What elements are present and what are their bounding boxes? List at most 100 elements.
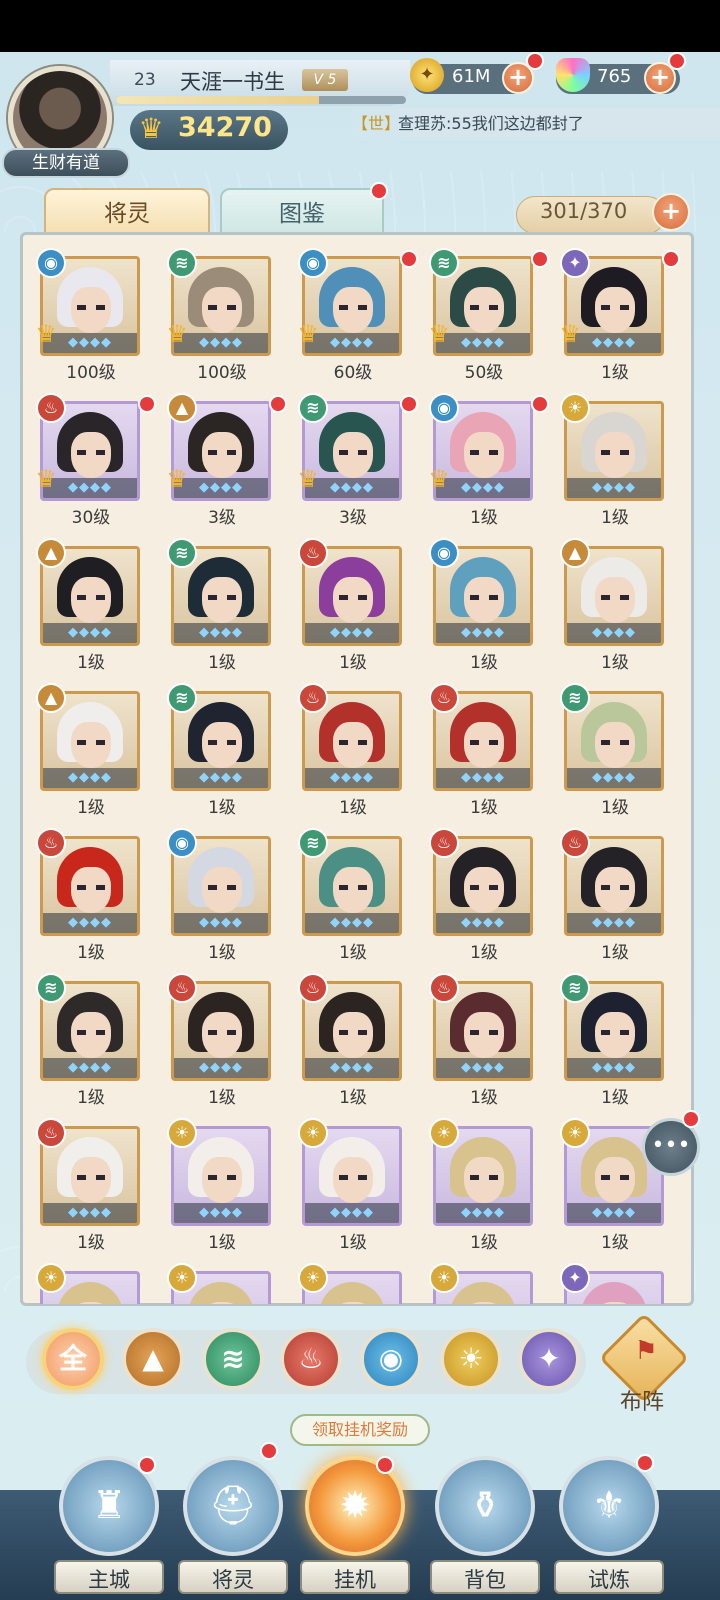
hero-card[interactable]: ◆◆◆◆ ≋ 1级 [550,679,680,819]
filter-wind-button[interactable]: ≋ [202,1328,264,1390]
hero-card[interactable]: ◆◆◆◆ ☀ 1级 [419,1114,549,1254]
hero-card[interactable]: ◆◆◆◆ ◉ ♛ 1级 [419,389,549,529]
hero-level: 1级 [601,943,629,963]
hero-card[interactable]: ◆◆◆◆☀ [288,1259,418,1304]
hero-card[interactable]: ◆◆◆◆ ♨ 1级 [288,534,418,674]
hero-grid[interactable]: ◆◆◆◆ ◉ ♛ 100级 ◆◆◆◆ ≋ ♛ 100级 ◆◆◆◆ ◉ ♛ 60级 ◆◆◆◆ ≋ ♛ 50级 ◆◆… [26,244,688,1304]
notification-dot [400,250,418,268]
hero-card[interactable]: ◆◆◆◆ ▲ 1级 [26,534,156,674]
filter-water-button[interactable]: ◉ [360,1328,422,1390]
hero-card[interactable]: ◆◆◆◆ ≋ 1级 [157,534,287,674]
light-element-icon: ☀ [298,1118,328,1148]
wind-element-icon: ≋ [167,248,197,278]
hero-card[interactable]: ◆◆◆◆ ♨ 1级 [419,824,549,964]
hero-card[interactable]: ◆◆◆◆ ✦ ♛ 1级 [550,244,680,384]
hero-card[interactable]: ◆◆◆◆ ♨ 1级 [288,679,418,819]
hero-level: 100级 [197,363,247,383]
hero-card[interactable]: ◆◆◆◆ ≋ 1级 [157,679,287,819]
hero-eyes [601,885,629,890]
water-element-icon: ◉ [429,538,459,568]
filter-earth-button[interactable]: ▲ [122,1328,184,1390]
nav-trial[interactable]: ⚜ 试炼 [554,1454,664,1600]
hero-eyes [339,595,367,600]
hero-card[interactable]: ◆◆◆◆ ◉ ♛ 60级 [288,244,418,384]
chat-message: 查理苏:55我们这边都封了 [398,114,584,133]
expand-capacity-button[interactable]: + [652,193,690,231]
hero-card[interactable]: ◆◆◆◆ ☀ 1级 [288,1114,418,1254]
nav-label: 主城 [88,1568,130,1592]
nav-main-city[interactable]: ♜ 主城 [54,1456,164,1600]
gem-icon: ◆ [556,58,590,92]
filter-fire-button[interactable]: ♨ [280,1328,342,1390]
nav-label: 将灵 [212,1568,254,1592]
hero-card[interactable]: ◆◆◆◆ ♨ 1级 [288,969,418,1109]
hero-card[interactable]: ◆◆◆◆ ◉ 1级 [419,534,549,674]
light-element-icon: ☀ [167,1263,197,1293]
notification-dot [138,1456,156,1474]
backpack-icon: ⚱ [469,1483,501,1527]
filter-all-button[interactable]: 全 [42,1328,104,1390]
light-element-icon: ☀ [167,1118,197,1148]
hero-card[interactable]: ◆◆◆◆✦ [550,1259,680,1304]
hero-card[interactable]: ◆◆◆◆ ♨ ♛ 30级 [26,389,156,529]
tab-codex[interactable]: 图鉴 [220,188,384,236]
hero-card[interactable]: ◆◆◆◆☀ [26,1259,156,1304]
hero-eyes [601,740,629,745]
hero-face [595,1157,635,1203]
filter-dark-button[interactable]: ✦ [518,1328,580,1390]
hero-level: 100级 [66,363,116,383]
fire-element-icon: ♨ [429,683,459,713]
crown-icon: ♛ [428,320,450,348]
hero-card[interactable]: ◆◆◆◆ ♨ 1级 [26,1114,156,1254]
hero-card[interactable]: ◆◆◆◆ ♨ 1级 [157,969,287,1109]
hero-card[interactable]: ◆◆◆◆ ◉ ♛ 100级 [26,244,156,384]
hero-star-row: ◆◆◆◆ [567,768,661,788]
hero-card[interactable]: ◆◆◆◆ ▲ 1级 [26,679,156,819]
crown-icon: ♛ [166,465,188,493]
hero-level: 1级 [77,798,105,818]
hero-hair [57,1282,123,1304]
hero-card[interactable]: ◆◆◆◆ ☀ 1级 [157,1114,287,1254]
hero-level: 1级 [601,653,629,673]
hero-card[interactable]: ◆◆◆◆ ▲ 1级 [550,534,680,674]
hero-level: 1级 [470,653,498,673]
hero-star-row: ◆◆◆◆ [43,913,137,933]
hero-face [464,1157,504,1203]
hero-level: 1级 [470,1088,498,1108]
hero-card[interactable]: ◆◆◆◆☀ [157,1259,287,1304]
hero-card[interactable]: ◆◆◆◆☀ [419,1259,549,1304]
hero-face [333,577,373,623]
hero-card[interactable]: ◆◆◆◆ ◉ 1级 [157,824,287,964]
idle-reward-tip[interactable]: 领取挂机奖励 [290,1414,430,1446]
hero-card[interactable]: ◆◆◆◆ ♨ 1级 [419,679,549,819]
tab-heroes[interactable]: 将灵 [44,188,210,236]
hero-level: 1级 [470,1233,498,1253]
hero-card[interactable]: ◆◆◆◆ ♨ 1级 [26,824,156,964]
nav-heroes[interactable]: ⛑ 将灵 [178,1442,288,1600]
avatar-title-badge: 生财有道 [2,148,130,178]
hero-card[interactable]: ◆◆◆◆ ≋ 1级 [550,969,680,1109]
hero-card[interactable]: ◆◆◆◆ ♨ 1级 [550,824,680,964]
hero-face [202,577,242,623]
hero-card[interactable]: ◆◆◆◆ ▲ ♛ 3级 [157,389,287,529]
hero-level: 50级 [464,363,504,383]
hero-card[interactable]: ◆◆◆◆ ☀ 1级 [550,389,680,529]
vip-badge[interactable]: V 5 [302,69,348,91]
hero-card[interactable]: ◆◆◆◆ ≋ 1级 [26,969,156,1109]
hero-card[interactable]: ◆◆◆◆ ≋ ♛ 50级 [419,244,549,384]
hero-face [333,722,373,768]
hero-card[interactable]: ◆◆◆◆ ≋ ♛ 100级 [157,244,287,384]
earth-element-icon: ▲ [167,393,197,423]
nav-idle[interactable]: ✹ 挂机 [300,1456,410,1600]
hero-card[interactable]: ◆◆◆◆ ≋ ♛ 3级 [288,389,418,529]
hero-face [464,722,504,768]
hero-card[interactable]: ◆◆◆◆ ≋ 1级 [288,824,418,964]
hero-card[interactable]: ◆◆◆◆ ♨ 1级 [419,969,549,1109]
gold-value: 61M [452,66,491,87]
hero-star-row: ◆◆◆◆ [305,1058,399,1078]
light-element-icon: ☀ [36,1263,66,1293]
filter-light-button[interactable]: ☀ [440,1328,502,1390]
hero-level: 1级 [339,943,367,963]
hero-face [333,1157,373,1203]
nav-bag[interactable]: ⚱ 背包 [430,1456,540,1600]
